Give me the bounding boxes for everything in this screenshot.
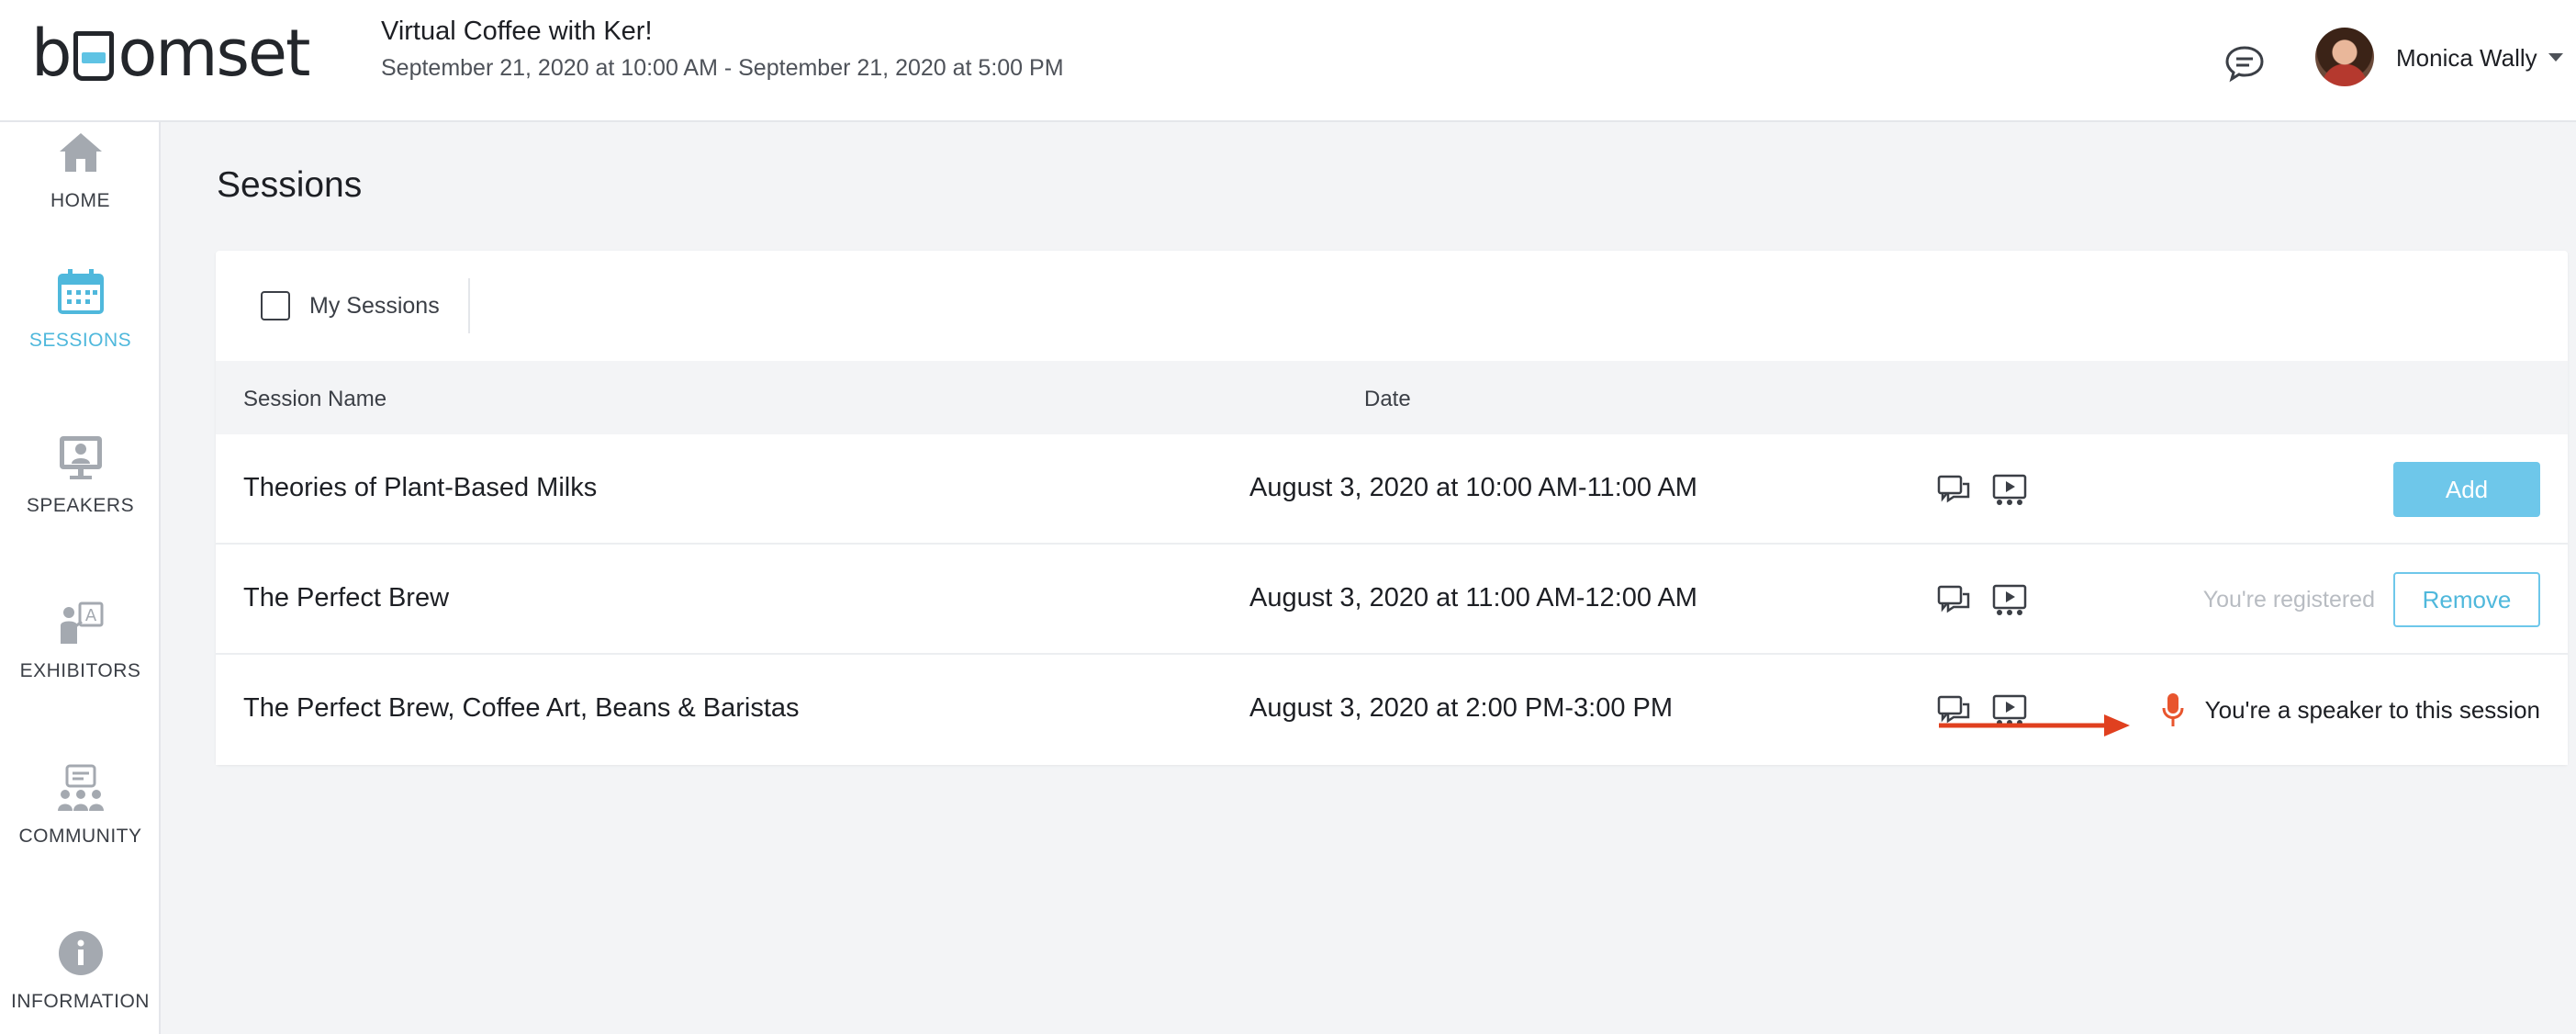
sidebar-item-exhibitors[interactable]: A EXHIBITORS: [0, 598, 161, 682]
user-name[interactable]: Monica Wally: [2396, 44, 2537, 73]
sidebar-item-community[interactable]: COMMUNITY: [0, 763, 161, 848]
avatar[interactable]: [2315, 28, 2374, 86]
info-icon: [58, 931, 103, 975]
microphone-icon: [2162, 693, 2184, 726]
filter-bar: My Sessions: [216, 251, 2568, 361]
column-header-session-name[interactable]: Session Name: [243, 387, 386, 412]
chat-icon[interactable]: [1937, 583, 1972, 618]
sidebar-item-label: SESSIONS: [28, 330, 132, 351]
my-sessions-label[interactable]: My Sessions: [309, 293, 440, 320]
sidebar-item-information[interactable]: INFORMATION: [0, 928, 161, 1013]
event-dates: September 21, 2020 at 10:00 AM - Septemb…: [381, 55, 1064, 81]
video-presentation-icon[interactable]: [1992, 473, 2027, 508]
table-row[interactable]: The Perfect Brew August 3, 2020 at 11:00…: [216, 545, 2568, 655]
sidebar-item-label: COMMUNITY: [18, 826, 142, 847]
coffee-cup-logo-icon: [73, 31, 115, 81]
chat-bubble-icon[interactable]: [2223, 44, 2266, 83]
chevron-down-icon[interactable]: [2548, 53, 2563, 62]
sidebar-item-label: EXHIBITORS: [19, 660, 141, 681]
speaker-label: You're a speaker to this session: [2204, 695, 2540, 724]
presenter-icon: [59, 436, 102, 479]
session-name[interactable]: The Perfect Brew, Coffee Art, Beans & Ba…: [243, 693, 800, 724]
column-header-date[interactable]: Date: [1364, 387, 1411, 412]
community-icon: [57, 764, 104, 811]
sidebar-item-label: INFORMATION: [11, 991, 150, 1012]
home-icon: [59, 133, 102, 172]
registered-status: You're registered: [2202, 587, 2375, 613]
add-session-button[interactable]: Add: [2393, 462, 2540, 517]
logo-text-suffix: omset: [118, 16, 310, 91]
calendar-icon: [57, 269, 104, 314]
sessions-card: My Sessions Session Name Date Theories o…: [216, 251, 2568, 765]
session-name[interactable]: The Perfect Brew: [243, 583, 449, 613]
sidebar-nav: HOME SESSIONS SPEAKERS A EXHIBITORS COMM…: [0, 122, 161, 1034]
sidebar-item-label: SPEAKERS: [26, 495, 135, 516]
exhibitor-icon: A: [60, 601, 103, 644]
my-sessions-checkbox[interactable]: [261, 291, 290, 320]
divider: [468, 278, 470, 333]
remove-session-button[interactable]: Remove: [2393, 572, 2540, 627]
table-header: Session Name Date: [216, 361, 2568, 434]
sidebar-item-label: HOME: [50, 190, 110, 211]
table-row[interactable]: Theories of Plant-Based Milks August 3, …: [216, 434, 2568, 545]
session-name[interactable]: Theories of Plant-Based Milks: [243, 473, 597, 503]
session-date: August 3, 2020 at 10:00 AM-11:00 AM: [1249, 473, 1697, 502]
page-title: Sessions: [217, 165, 363, 205]
speaker-indicator: You're a speaker to this session: [2161, 691, 2540, 728]
sidebar-item-home[interactable]: HOME: [0, 128, 161, 212]
svg-text:A: A: [84, 606, 96, 625]
top-header: b omset Virtual Coffee with Ker! Septemb…: [0, 0, 2576, 122]
event-title: Virtual Coffee with Ker!: [381, 17, 653, 46]
boomset-logo[interactable]: b omset: [31, 16, 310, 91]
video-presentation-icon[interactable]: [1992, 583, 2027, 618]
logo-text-prefix: b: [31, 16, 72, 91]
table-row[interactable]: The Perfect Brew, Coffee Art, Beans & Ba…: [216, 655, 2568, 765]
session-date: August 3, 2020 at 2:00 PM-3:00 PM: [1249, 693, 1674, 723]
sidebar-item-speakers[interactable]: SPEAKERS: [0, 433, 161, 517]
chat-icon[interactable]: [1937, 473, 1972, 508]
annotation-arrow: [1939, 714, 2130, 736]
sidebar-item-sessions[interactable]: SESSIONS: [0, 267, 161, 352]
session-date: August 3, 2020 at 11:00 AM-12:00 AM: [1249, 583, 1697, 613]
